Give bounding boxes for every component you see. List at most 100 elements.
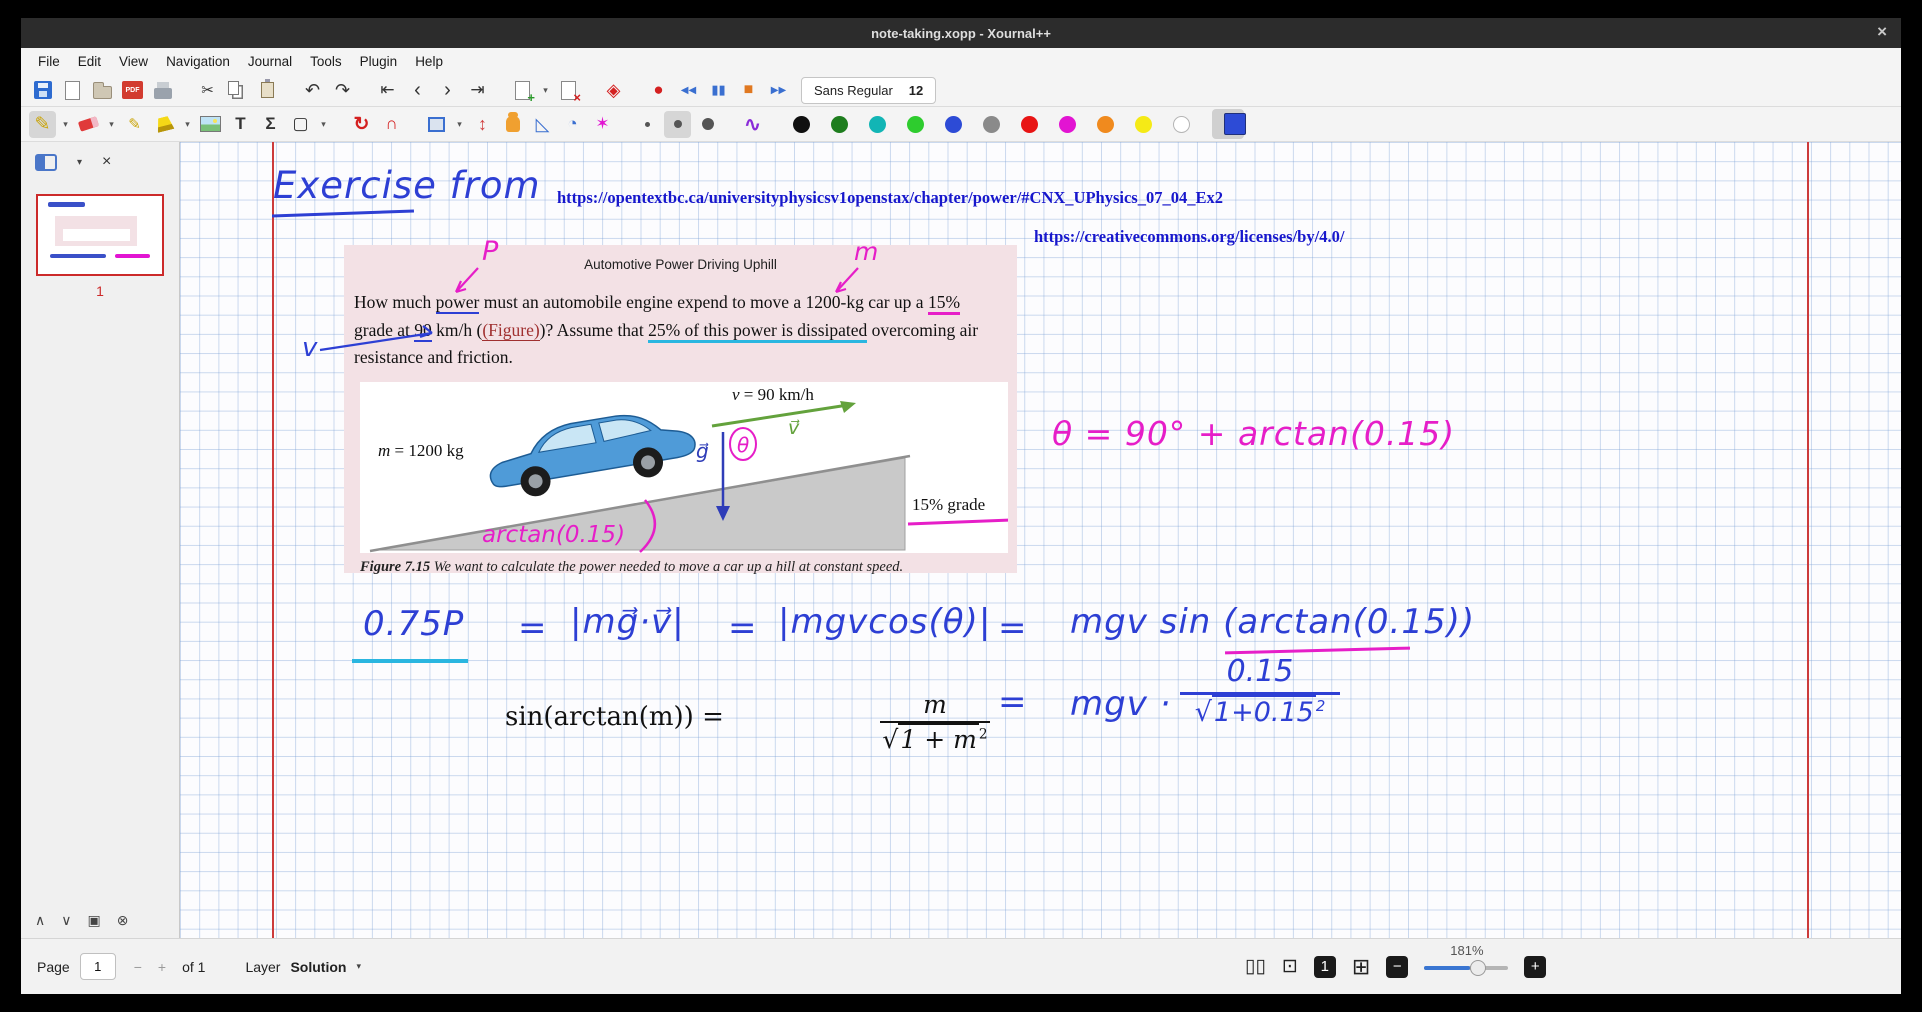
color-swatch-red[interactable] <box>1021 116 1038 133</box>
next-page-button[interactable]: › <box>434 77 461 104</box>
dual-page-button[interactable]: ▯▯ <box>1245 955 1266 978</box>
fast-forward-button[interactable]: ▶▶ <box>765 77 792 104</box>
color-swatch-magenta[interactable] <box>1059 116 1076 133</box>
math-tex-button[interactable]: Σ <box>257 111 284 138</box>
menu-journal[interactable]: Journal <box>239 51 301 72</box>
open-button[interactable] <box>89 77 116 104</box>
text-tool-button[interactable]: T <box>227 111 254 138</box>
stop-button[interactable]: ■ <box>735 77 762 104</box>
thumbnail-page-number: 1 <box>96 283 104 299</box>
record-button[interactable]: ● <box>645 77 672 104</box>
zoom-out-button[interactable]: − <box>1386 956 1408 978</box>
paste-button[interactable] <box>254 77 281 104</box>
page-increment-button[interactable]: + <box>158 959 166 975</box>
menu-edit[interactable]: Edit <box>69 51 110 72</box>
rewind-button[interactable]: ◀◀ <box>675 77 702 104</box>
color-swatch-white[interactable] <box>1173 116 1190 133</box>
select-dropdown[interactable]: ▾ <box>453 111 466 138</box>
color-swatch-cyan[interactable] <box>869 116 886 133</box>
ruler-tool-button[interactable]: ◺ <box>529 111 556 138</box>
font-selector[interactable]: Sans Regular 12 <box>801 77 936 104</box>
eq-term-4: mgv · <box>1070 684 1171 724</box>
window-title: note-taking.xopp - Xournal++ <box>871 26 1051 41</box>
spline-tool-button[interactable]: ✶ <box>589 111 616 138</box>
highlighter-pen-button[interactable]: ✎ <box>121 111 148 138</box>
stroke-thick-button[interactable] <box>694 111 721 138</box>
menu-help[interactable]: Help <box>406 51 452 72</box>
eraser-dropdown[interactable]: ▾ <box>105 111 118 138</box>
window-close-button[interactable]: × <box>1877 22 1887 42</box>
menu-plugin[interactable]: Plugin <box>351 51 407 72</box>
document-canvas[interactable]: Exercise from https://opentextbc.ca/univ… <box>180 142 1901 938</box>
pen-tool-dropdown[interactable]: ▾ <box>59 111 72 138</box>
export-pdf-button[interactable]: PDF <box>119 77 146 104</box>
figure-reference-link[interactable]: (Figure) <box>482 320 539 341</box>
zoom-slider[interactable]: 181% <box>1424 952 1508 982</box>
sidebar-toggle-icon[interactable] <box>35 154 57 171</box>
color-swatch-orange[interactable] <box>1097 116 1114 133</box>
delete-page-button[interactable]: × <box>555 77 582 104</box>
save-button[interactable] <box>29 77 56 104</box>
stroke-medium-button[interactable] <box>664 111 691 138</box>
page-number-input[interactable] <box>80 953 116 980</box>
menu-view[interactable]: View <box>110 51 157 72</box>
menu-navigation[interactable]: Navigation <box>157 51 239 72</box>
new-document-button[interactable] <box>59 77 86 104</box>
copy-button[interactable] <box>224 77 251 104</box>
last-page-button[interactable]: ⇥ <box>464 77 491 104</box>
add-page-button[interactable]: + <box>509 77 536 104</box>
license-link[interactable]: https://creativecommons.org/licenses/by/… <box>1034 227 1344 247</box>
compass-tool-button[interactable]: ◔ <box>559 111 586 138</box>
source-link[interactable]: https://opentextbc.ca/universityphysicsv… <box>557 188 1223 208</box>
pages-per-row-button[interactable]: 1 <box>1314 956 1336 978</box>
eraser-tool-button[interactable] <box>75 111 102 138</box>
page-thumbnail-1[interactable] <box>36 194 164 276</box>
insert-image-button[interactable] <box>197 111 224 138</box>
fullscreen-button[interactable]: ◈ <box>600 77 627 104</box>
presentation-mode-button[interactable]: ⊡ <box>1282 955 1298 978</box>
print-button[interactable] <box>149 77 176 104</box>
page-decrement-button[interactable]: − <box>134 959 142 975</box>
undo-button[interactable]: ↶ <box>299 77 326 104</box>
highlighter-tool-button[interactable] <box>151 111 178 138</box>
car-drawing <box>484 404 699 503</box>
stroke-style-button[interactable]: ∿ <box>739 111 766 138</box>
add-page-dropdown[interactable]: ▾ <box>539 77 552 104</box>
layer-value[interactable]: Solution <box>290 959 346 975</box>
snap-button[interactable]: ∩ <box>378 111 405 138</box>
first-page-button[interactable]: ⇤ <box>374 77 401 104</box>
color-swatch-lightgreen[interactable] <box>907 116 924 133</box>
thumb-down-button[interactable]: ∨ <box>61 912 71 929</box>
latex-lhs: sin(arctan(m)) = <box>505 702 724 732</box>
sidebar-dropdown[interactable]: ▾ <box>77 157 82 168</box>
current-color-button[interactable] <box>1224 113 1246 135</box>
hand-tool-button[interactable] <box>499 111 526 138</box>
color-swatch-yellow[interactable] <box>1135 116 1152 133</box>
close-preview-button[interactable]: ⊗ <box>117 912 129 929</box>
shape-dropdown[interactable]: ▾ <box>317 111 330 138</box>
color-swatch-gray[interactable] <box>983 116 1000 133</box>
shape-recognizer-button[interactable]: ↻ <box>348 111 375 138</box>
layer-dropdown[interactable]: ▾ <box>356 961 361 972</box>
highlighter-dropdown[interactable]: ▾ <box>181 111 194 138</box>
redo-button[interactable]: ↷ <box>329 77 356 104</box>
color-swatch-green[interactable] <box>831 116 848 133</box>
thumb-up-button[interactable]: ∧ <box>35 912 45 929</box>
zoom-in-button[interactable]: + <box>1524 956 1546 978</box>
color-swatch-blue[interactable] <box>945 116 962 133</box>
duplicate-page-button[interactable]: ▣ <box>88 912 101 929</box>
sidebar-close-button[interactable]: × <box>102 153 111 171</box>
grid-layout-button[interactable]: ⊞ <box>1352 954 1370 980</box>
shape-tool-button[interactable]: ▢ <box>287 111 314 138</box>
previous-page-button[interactable]: ‹ <box>404 77 431 104</box>
color-swatch-black[interactable] <box>793 116 810 133</box>
select-rectangle-button[interactable] <box>423 111 450 138</box>
zoom-slider-knob[interactable] <box>1470 960 1486 976</box>
pause-button[interactable]: ▮▮ <box>705 77 732 104</box>
menu-file[interactable]: File <box>29 51 69 72</box>
cut-button[interactable]: ✂ <box>194 77 221 104</box>
menu-tools[interactable]: Tools <box>301 51 351 72</box>
pen-tool-button[interactable]: ✎ <box>29 111 56 138</box>
vertical-space-button[interactable]: ↕ <box>469 111 496 138</box>
stroke-fine-button[interactable] <box>634 111 661 138</box>
